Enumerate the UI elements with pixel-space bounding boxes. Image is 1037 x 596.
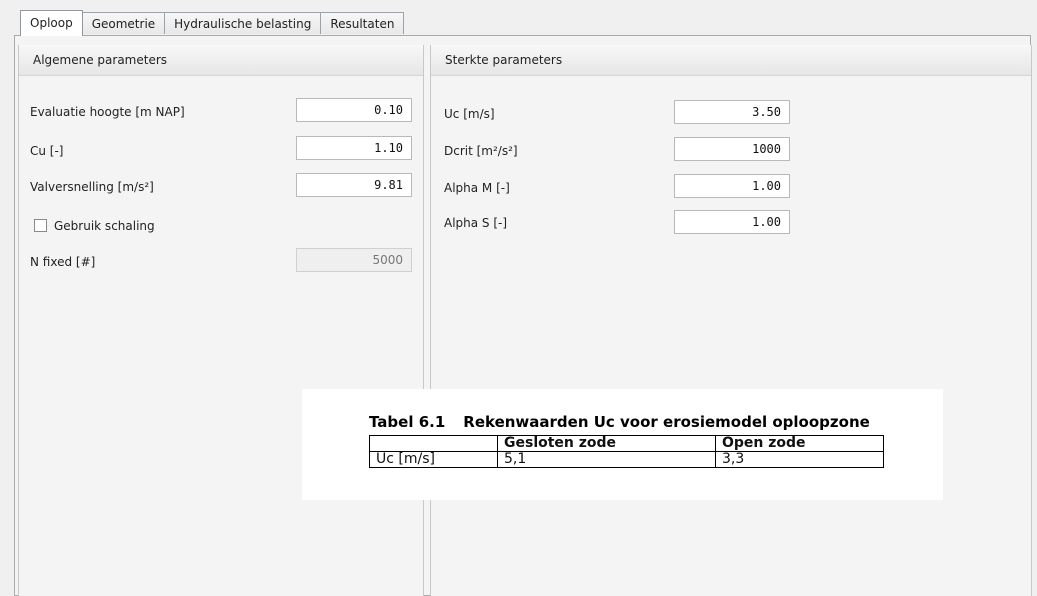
tab-bar: Oploop Geometrie Hydraulische belasting … xyxy=(20,10,405,36)
use-scaling-checkbox[interactable] xyxy=(34,219,47,232)
alpha-s-label: Alpha S [-] xyxy=(444,216,508,230)
use-scaling-label: Gebruik schaling xyxy=(54,219,155,233)
evaluation-height-input[interactable]: 0.10 xyxy=(296,98,412,122)
dcrit-label: Dcrit [m²/s²] xyxy=(444,144,518,158)
alpha-m-input[interactable]: 1.00 xyxy=(674,174,790,198)
tab-oploop[interactable]: Oploop xyxy=(20,10,83,36)
n-fixed-label: N fixed [#] xyxy=(30,255,96,269)
tab-geometrie[interactable]: Geometrie xyxy=(81,12,166,34)
gravity-input[interactable]: 9.81 xyxy=(296,173,412,197)
cu-label: Cu [-] xyxy=(30,144,64,158)
reference-table-caption: Tabel 6.1 Rekenwaarden Uc voor erosiemode… xyxy=(369,413,870,431)
tab-hydraulische-belasting[interactable]: Hydraulische belasting xyxy=(164,12,322,34)
table-row-label: Uc [m/s] xyxy=(369,451,498,468)
table-header-row: Gesloten zode Open zode xyxy=(369,435,884,452)
general-parameters-group: Algemene parameters Evaluatie hoogte [m … xyxy=(18,45,424,596)
table-row: Uc [m/s] 5,1 3,3 xyxy=(369,451,884,468)
dcrit-input[interactable]: 1000 xyxy=(674,137,790,161)
table-header-cell: Open zode xyxy=(715,435,884,452)
cu-input[interactable]: 1.10 xyxy=(296,136,412,160)
uc-label: Uc [m/s] xyxy=(444,107,495,121)
alpha-s-input[interactable]: 1.00 xyxy=(674,210,790,234)
table-header-cell xyxy=(369,435,498,452)
alpha-m-label: Alpha M [-] xyxy=(444,181,510,195)
reference-table: Gesloten zode Open zode Uc [m/s] 5,1 3,3 xyxy=(369,435,884,468)
reference-table-title: Rekenwaarden Uc voor erosiemodel oploopz… xyxy=(463,413,870,431)
general-parameters-header: Algemene parameters xyxy=(19,45,423,76)
evaluation-height-label: Evaluatie hoogte [m NAP] xyxy=(30,105,185,119)
table-cell: 5,1 xyxy=(497,451,716,468)
strength-parameters-group: Sterkte parameters Uc [m/s] 3.50 Dcrit [… xyxy=(430,45,1032,596)
uc-input[interactable]: 3.50 xyxy=(674,100,790,124)
reference-table-number: Tabel 6.1 xyxy=(369,413,446,431)
reference-table-overlay: Tabel 6.1 Rekenwaarden Uc voor erosiemode… xyxy=(302,389,943,500)
table-cell: 3,3 xyxy=(715,451,884,468)
tab-resultaten[interactable]: Resultaten xyxy=(320,12,405,34)
n-fixed-input: 5000 xyxy=(296,248,412,272)
table-header-cell: Gesloten zode xyxy=(497,435,716,452)
gravity-label: Valversnelling [m/s²] xyxy=(30,180,154,194)
strength-parameters-header: Sterkte parameters xyxy=(431,45,1031,76)
